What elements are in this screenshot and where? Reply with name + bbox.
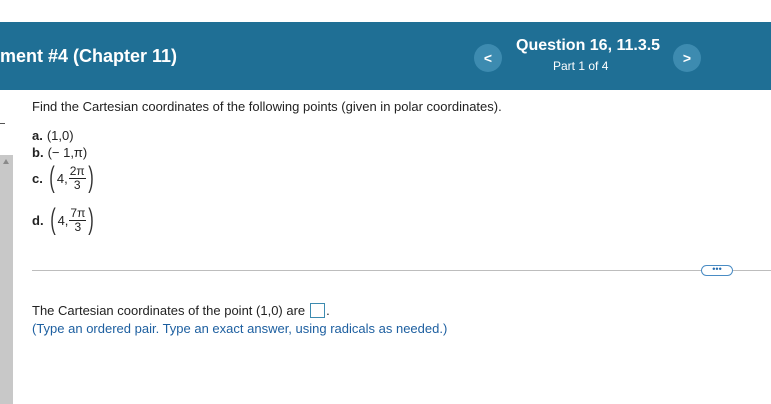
top-gap <box>0 0 771 22</box>
answer-period: . <box>326 303 330 318</box>
question-title: Question 16, 11.3.5 <box>516 37 661 54</box>
scroll-up-arrow-icon[interactable] <box>3 159 9 164</box>
fraction-denominator: 3 <box>74 220 82 234</box>
right-paren: ) <box>88 203 95 236</box>
left-paren: ( <box>49 203 56 236</box>
item-b: b. (− 1,π) <box>32 145 87 160</box>
more-options-button[interactable]: ••• <box>701 265 733 276</box>
angle-fraction: 2π 3 <box>68 164 86 192</box>
answer-hint: (Type an ordered pair. Type an exact ans… <box>32 321 448 336</box>
item-label: d. <box>32 212 44 228</box>
angle-fraction: 7π 3 <box>69 206 87 234</box>
chevron-right-icon: > <box>682 50 692 66</box>
item-point: (− 1,π) <box>47 145 88 160</box>
answer-text: The Cartesian coordinates of the point (… <box>32 303 306 318</box>
next-question-button[interactable]: > <box>673 44 701 72</box>
left-tick <box>0 123 5 124</box>
problem-prompt: Find the Cartesian coordinates of the fo… <box>32 99 502 114</box>
section-divider <box>32 270 771 271</box>
item-c: c. ( 4, 2π 3 ) <box>32 163 96 193</box>
answer-line: The Cartesian coordinates of the point (… <box>32 303 330 318</box>
item-label: c. <box>32 170 43 186</box>
fraction-numerator: 7π <box>69 206 87 221</box>
fraction-numerator: 2π <box>68 164 86 179</box>
answer-input[interactable] <box>310 303 326 318</box>
item-d: d. ( 4, 7π 3 ) <box>32 205 96 235</box>
item-label: a. <box>32 128 43 143</box>
right-paren: ) <box>87 161 94 194</box>
item-point: (1,0) <box>46 128 74 143</box>
left-scrollbar[interactable] <box>0 155 13 404</box>
question-part: Part 1 of 4 <box>553 59 609 73</box>
assignment-title: ment #4 (Chapter 11) <box>0 46 178 66</box>
point-radius: 4, <box>57 212 69 228</box>
item-a: a. (1,0) <box>32 128 74 143</box>
polar-point: ( 4, 7π 3 ) <box>48 205 97 235</box>
chevron-left-icon: < <box>483 50 493 66</box>
previous-question-button[interactable]: < <box>474 44 502 72</box>
item-label: b. <box>32 145 44 160</box>
fraction-denominator: 3 <box>73 178 81 192</box>
left-paren: ( <box>49 161 55 194</box>
polar-point: ( 4, 2π 3 ) <box>47 163 96 193</box>
point-radius: 4, <box>56 170 68 186</box>
